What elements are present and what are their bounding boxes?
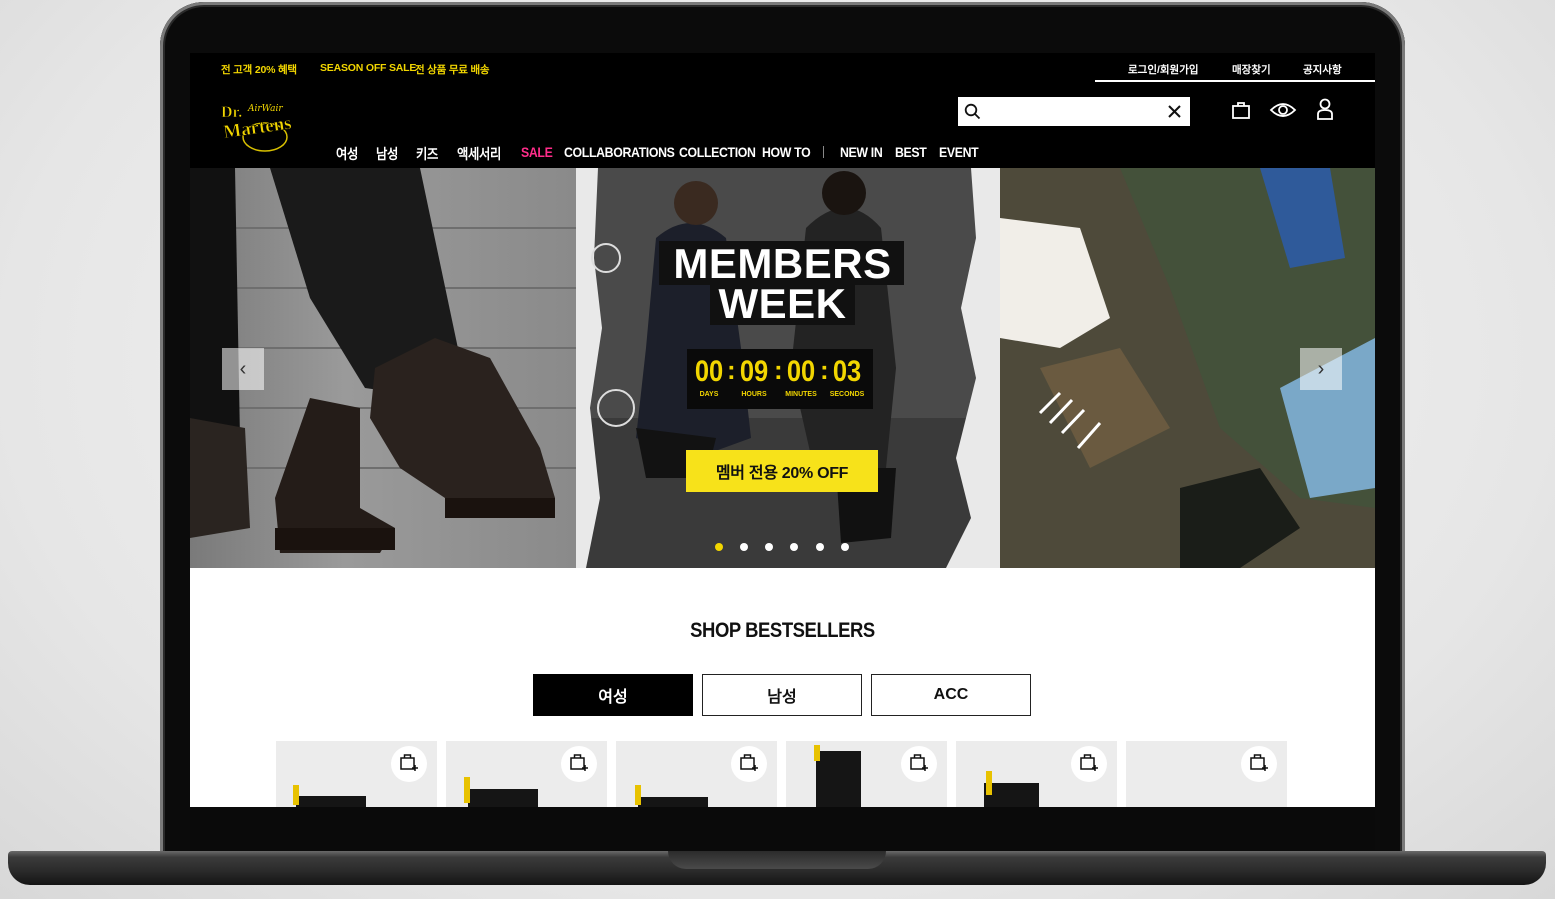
section-title: SHOP BESTSELLERS — [690, 619, 875, 642]
product-card[interactable] — [786, 741, 947, 807]
carousel-next-button[interactable]: › — [1300, 348, 1342, 390]
nav-item-best[interactable]: BEST — [895, 144, 927, 160]
eye-icon[interactable] — [1269, 100, 1297, 125]
hero-carousel: MEMBERS WEEK 00 : 09 : 00 : 03 DAYS HOUR… — [190, 168, 1375, 568]
laptop-bezel — [190, 807, 1375, 850]
nav-item-event[interactable]: EVENT — [939, 144, 979, 160]
carousel-dot[interactable] — [715, 543, 723, 551]
nav-item-sale[interactable]: SALE — [521, 144, 553, 160]
nav-item-kids[interactable]: 키즈 — [416, 144, 438, 164]
site-header: Dr. Martens AirWair 여성 남성 키즈 액세서리 SALE C… — [190, 84, 1375, 168]
bag-plus-icon — [1249, 752, 1269, 777]
countdown-minutes: 00 — [786, 355, 816, 388]
countdown-label: HOURS — [741, 391, 767, 398]
nav-item-women[interactable]: 여성 — [336, 144, 358, 164]
product-card[interactable] — [276, 741, 437, 807]
promo-item[interactable]: 전 상품 무료 배송 — [415, 62, 490, 77]
browser-screen: 전 고객 20% 혜택 SEASON OFF SALE 전 상품 무료 배송 로… — [190, 53, 1375, 807]
add-to-cart-button[interactable] — [901, 746, 937, 782]
countdown-hours: 09 — [739, 355, 769, 388]
nav-item-new-in[interactable]: NEW IN — [840, 144, 883, 160]
tab-acc[interactable]: ACC — [871, 674, 1031, 716]
add-to-cart-button[interactable] — [1241, 746, 1277, 782]
product-card[interactable] — [1126, 741, 1287, 807]
nav-item-collaborations[interactable]: COLLABORATIONS — [564, 144, 675, 160]
bag-plus-icon — [909, 752, 929, 777]
countdown-timer: 00 : 09 : 00 : 03 DAYS HOURS MINUTES SEC… — [687, 349, 873, 409]
nav-item-men[interactable]: 남성 — [376, 144, 398, 164]
bag-plus-icon — [1079, 752, 1099, 777]
login-link[interactable]: 로그인/회원가입 — [1128, 62, 1199, 77]
bag-plus-icon — [399, 752, 419, 777]
product-card[interactable] — [956, 741, 1117, 807]
promo-item[interactable]: SEASON OFF SALE — [320, 62, 416, 74]
nav-divider — [823, 146, 824, 158]
bag-plus-icon — [569, 752, 589, 777]
clear-icon[interactable] — [1168, 105, 1181, 123]
carousel-dot[interactable] — [765, 543, 773, 551]
add-to-cart-button[interactable] — [1071, 746, 1107, 782]
countdown-label: MINUTES — [785, 391, 817, 398]
nav-item-accessories[interactable]: 액세서리 — [457, 144, 501, 164]
brand-logo[interactable]: Dr. Martens AirWair — [220, 97, 315, 153]
tab-women[interactable]: 여성 — [533, 674, 693, 716]
notice-link[interactable]: 공지사항 — [1303, 62, 1342, 77]
search-input[interactable] — [986, 101, 1170, 123]
bag-icon[interactable] — [1231, 100, 1251, 125]
tab-men[interactable]: 남성 — [702, 674, 862, 716]
search-box[interactable] — [958, 97, 1190, 126]
hero-title-line1: MEMBERS — [673, 240, 892, 287]
add-to-cart-button[interactable] — [731, 746, 767, 782]
carousel-prev-button[interactable]: ‹ — [222, 348, 264, 390]
countdown-label: SECONDS — [829, 391, 865, 398]
carousel-dot[interactable] — [790, 543, 798, 551]
countdown-colon: : — [727, 355, 736, 385]
carousel-dot[interactable] — [740, 543, 748, 551]
countdown-colon: : — [820, 355, 829, 385]
countdown-days: 00 — [694, 355, 724, 388]
add-to-cart-button[interactable] — [561, 746, 597, 782]
nav-item-collection[interactable]: COLLECTION — [679, 144, 756, 160]
product-card[interactable] — [446, 741, 607, 807]
add-to-cart-button[interactable] — [391, 746, 427, 782]
chevron-right-icon: › — [1317, 357, 1325, 380]
promo-bar: 전 고객 20% 혜택 SEASON OFF SALE 전 상품 무료 배송 로… — [190, 53, 1375, 84]
countdown-colon: : — [774, 355, 783, 385]
store-finder-link[interactable]: 매장찾기 — [1232, 62, 1271, 77]
user-icon[interactable] — [1316, 98, 1334, 125]
util-underline — [1095, 80, 1375, 82]
countdown-seconds: 03 — [832, 355, 862, 388]
product-card[interactable] — [616, 741, 777, 807]
laptop-notch — [668, 851, 886, 869]
svg-text:Dr.: Dr. — [221, 104, 242, 121]
svg-text:AirWair: AirWair — [247, 104, 283, 114]
countdown-label: DAYS — [699, 391, 719, 398]
nav-item-how-to[interactable]: HOW TO — [762, 144, 811, 160]
member-offer-button[interactable]: 멤버 전용 20% OFF — [686, 450, 878, 492]
hero-title-line2: WEEK — [718, 280, 847, 327]
chevron-left-icon: ‹ — [239, 357, 247, 380]
search-icon[interactable] — [964, 103, 981, 125]
bag-plus-icon — [739, 752, 759, 777]
promo-item[interactable]: 전 고객 20% 혜택 — [221, 62, 297, 77]
carousel-dot[interactable] — [841, 543, 849, 551]
carousel-dot[interactable] — [816, 543, 824, 551]
